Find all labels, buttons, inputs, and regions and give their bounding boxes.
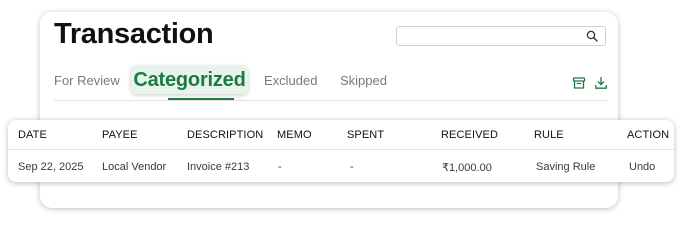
cell-payee: Local Vendor [102, 161, 167, 173]
search-icon[interactable] [586, 30, 598, 42]
cell-spent: - [350, 161, 354, 173]
transactions-table: DATE PAYEE DESCRIPTION MEMO SPENT RECEIV… [8, 120, 674, 182]
cell-rule[interactable]: Saving Rule [536, 161, 595, 173]
column-header-received[interactable]: RECEIVED [441, 129, 498, 141]
column-header-action: ACTION [627, 129, 670, 141]
tab-skipped[interactable]: Skipped [340, 73, 387, 89]
tabs-divider [54, 100, 608, 101]
tab-categorized[interactable]: Categorized [131, 66, 248, 94]
column-header-memo[interactable]: MEMO [277, 129, 312, 141]
page-title: Transaction [54, 18, 214, 50]
tab-for-review[interactable]: For Review [54, 73, 120, 89]
download-icon[interactable] [594, 76, 608, 90]
archive-icon[interactable] [572, 76, 586, 90]
column-header-spent[interactable]: SPENT [347, 129, 384, 141]
column-header-payee[interactable]: PAYEE [102, 129, 138, 141]
search-box[interactable] [396, 26, 606, 46]
cell-memo: - [278, 161, 282, 173]
column-header-description[interactable]: DESCRIPTION [187, 129, 263, 141]
search-input[interactable] [403, 29, 583, 45]
column-header-date[interactable]: DATE [18, 129, 47, 141]
undo-button[interactable]: Undo [629, 161, 655, 173]
table-row[interactable]: Sep 22, 2025 Local Vendor Invoice #213 -… [8, 150, 674, 182]
cell-received: ₹1,000.00 [442, 162, 492, 174]
tab-excluded[interactable]: Excluded [264, 73, 317, 89]
cell-description: Invoice #213 [187, 161, 250, 173]
column-header-rule[interactable]: RULE [534, 129, 564, 141]
table-header-row: DATE PAYEE DESCRIPTION MEMO SPENT RECEIV… [8, 120, 674, 150]
cell-date: Sep 22, 2025 [18, 161, 84, 173]
